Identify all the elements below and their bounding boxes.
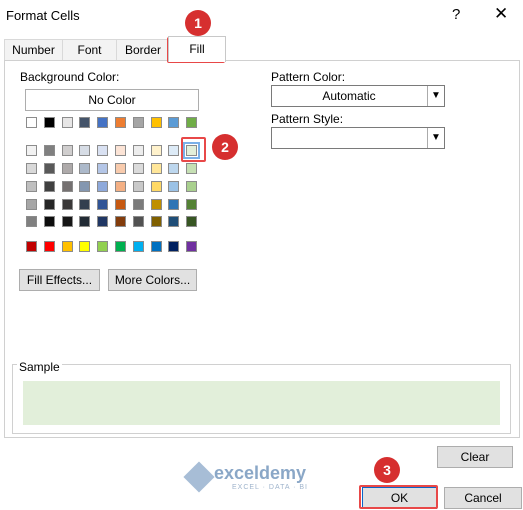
tint-swatch[interactable]	[115, 163, 126, 174]
tint-swatch[interactable]	[97, 181, 108, 192]
annotation-badge-2: 2	[212, 134, 238, 160]
sample-label: Sample	[17, 360, 62, 374]
tint-swatch[interactable]	[26, 163, 37, 174]
tab-border[interactable]: Border	[116, 39, 170, 61]
annotation-badge-3: 3	[374, 457, 400, 483]
standard-swatch[interactable]	[115, 241, 126, 252]
tint-swatch[interactable]	[97, 216, 108, 227]
tint-swatch[interactable]	[186, 199, 197, 210]
tint-swatch[interactable]	[79, 199, 90, 210]
exceldemy-logo-icon	[183, 461, 215, 493]
tint-swatch[interactable]	[26, 181, 37, 192]
annotation-badge-1: 1	[185, 10, 211, 36]
tint-swatch[interactable]	[168, 199, 179, 210]
tint-swatch[interactable]	[79, 145, 90, 156]
tint-swatch[interactable]	[151, 145, 162, 156]
tint-swatch[interactable]	[151, 181, 162, 192]
tint-swatch[interactable]	[133, 181, 144, 192]
tint-swatch[interactable]	[62, 163, 73, 174]
tint-swatch[interactable]	[26, 145, 37, 156]
tint-swatch[interactable]	[168, 145, 179, 156]
clear-button[interactable]: Clear	[437, 446, 513, 468]
tint-swatch[interactable]	[62, 216, 73, 227]
standard-swatch[interactable]	[79, 241, 90, 252]
more-colors-button[interactable]: More Colors...	[108, 269, 197, 291]
annotation-box-color	[181, 137, 206, 162]
theme-swatch[interactable]	[26, 117, 37, 128]
tint-swatch[interactable]	[186, 163, 197, 174]
annotation-box-ok	[359, 485, 438, 509]
fill-effects-button[interactable]: Fill Effects...	[19, 269, 100, 291]
standard-swatch[interactable]	[26, 241, 37, 252]
tint-swatch[interactable]	[79, 163, 90, 174]
tint-swatch[interactable]	[133, 199, 144, 210]
tint-swatch[interactable]	[26, 216, 37, 227]
tint-swatch[interactable]	[97, 199, 108, 210]
tint-swatch[interactable]	[186, 216, 197, 227]
theme-swatch[interactable]	[133, 117, 144, 128]
pattern-color-label: Pattern Color:	[271, 70, 346, 84]
chevron-down-icon[interactable]: ▼	[427, 86, 444, 106]
tint-swatch[interactable]	[62, 199, 73, 210]
standard-swatch[interactable]	[151, 241, 162, 252]
tint-swatch[interactable]	[151, 199, 162, 210]
tint-swatch[interactable]	[151, 163, 162, 174]
tint-swatch[interactable]	[115, 145, 126, 156]
theme-swatch[interactable]	[97, 117, 108, 128]
tint-swatch[interactable]	[115, 199, 126, 210]
dialog-title: Format Cells	[6, 8, 80, 23]
theme-swatch[interactable]	[168, 117, 179, 128]
pattern-style-dropdown[interactable]: ▼	[271, 127, 445, 149]
tint-swatch[interactable]	[115, 216, 126, 227]
tint-swatch[interactable]	[44, 216, 55, 227]
no-color-button[interactable]: No Color	[25, 89, 199, 111]
standard-swatch[interactable]	[168, 241, 179, 252]
tint-swatch[interactable]	[62, 181, 73, 192]
tint-swatch[interactable]	[44, 181, 55, 192]
tint-swatch[interactable]	[97, 145, 108, 156]
tint-swatch[interactable]	[115, 181, 126, 192]
tint-swatch[interactable]	[133, 216, 144, 227]
tint-swatch[interactable]	[62, 145, 73, 156]
theme-swatch[interactable]	[44, 117, 55, 128]
watermark-brand: exceldemy	[214, 463, 307, 483]
background-color-label: Background Color:	[20, 70, 120, 84]
standard-swatch[interactable]	[62, 241, 73, 252]
watermark-tagline: EXCEL · DATA · BI	[232, 484, 308, 491]
theme-swatch[interactable]	[115, 117, 126, 128]
tint-swatch[interactable]	[26, 199, 37, 210]
tint-swatch[interactable]	[186, 181, 197, 192]
standard-swatch[interactable]	[186, 241, 197, 252]
tint-swatch[interactable]	[168, 216, 179, 227]
tint-swatch[interactable]	[44, 163, 55, 174]
standard-swatch[interactable]	[133, 241, 144, 252]
tint-swatch[interactable]	[44, 199, 55, 210]
tint-swatch[interactable]	[133, 163, 144, 174]
standard-swatch[interactable]	[97, 241, 108, 252]
close-button[interactable]: ✕	[494, 4, 508, 24]
tint-swatch[interactable]	[79, 216, 90, 227]
pattern-color-value: Automatic	[322, 89, 376, 103]
theme-swatch[interactable]	[186, 117, 197, 128]
tab-font[interactable]: Font	[62, 39, 117, 61]
sample-preview	[23, 381, 500, 425]
pattern-style-label: Pattern Style:	[271, 112, 344, 126]
cancel-button[interactable]: Cancel	[444, 487, 522, 509]
theme-swatch[interactable]	[62, 117, 73, 128]
tint-swatch[interactable]	[97, 163, 108, 174]
tint-swatch[interactable]	[168, 163, 179, 174]
tint-swatch[interactable]	[79, 181, 90, 192]
tint-swatch[interactable]	[133, 145, 144, 156]
chevron-down-icon[interactable]: ▼	[427, 128, 444, 148]
tab-fill[interactable]: Fill	[168, 36, 226, 62]
help-button[interactable]: ?	[452, 6, 460, 23]
pattern-color-dropdown[interactable]: Automatic ▼	[271, 85, 445, 107]
tint-swatch[interactable]	[151, 216, 162, 227]
theme-swatch[interactable]	[151, 117, 162, 128]
tint-swatch[interactable]	[44, 145, 55, 156]
standard-swatch[interactable]	[44, 241, 55, 252]
tab-number[interactable]: Number	[4, 39, 63, 61]
theme-swatch[interactable]	[79, 117, 90, 128]
tint-swatch[interactable]	[168, 181, 179, 192]
